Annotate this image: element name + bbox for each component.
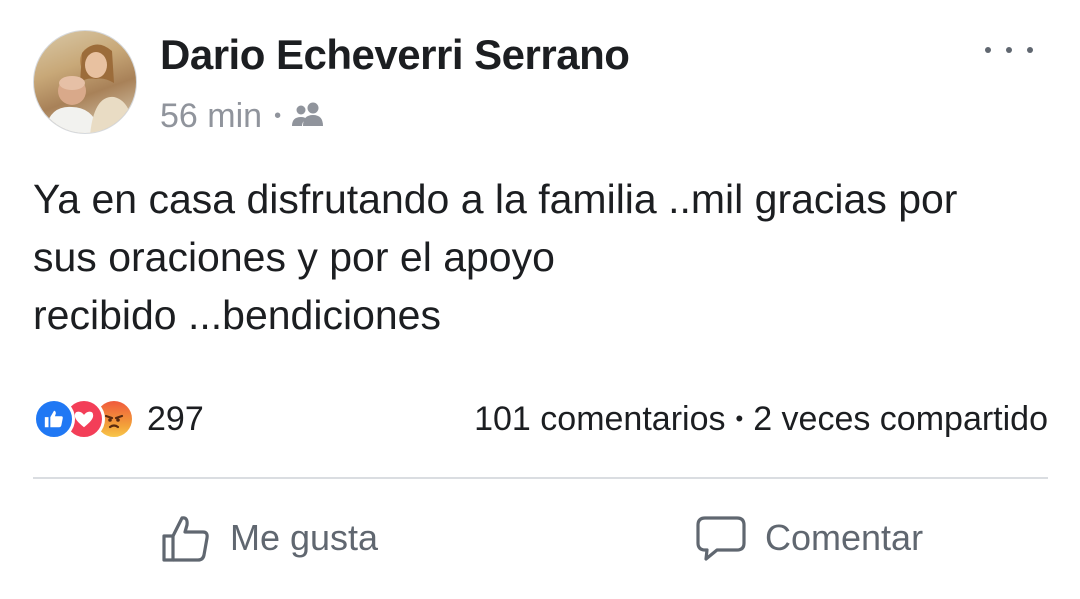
reaction-count[interactable]: 297	[147, 400, 204, 439]
thumbs-up-icon	[162, 515, 209, 562]
post-header: Dario Echeverri Serrano 56 min •	[0, 0, 1080, 150]
post-time[interactable]: 56 min	[160, 97, 262, 136]
like-button-label: Me gusta	[230, 516, 379, 558]
comment-button[interactable]: Comentar	[695, 500, 923, 575]
more-dot-icon	[1006, 47, 1012, 53]
comment-button-label: Comentar	[765, 516, 924, 558]
like-reaction-icon	[33, 398, 75, 440]
actions-divider	[33, 477, 1048, 479]
more-dot-icon	[1027, 47, 1033, 53]
post-stats: 297 101 comentarios • 2 veces compartido	[33, 395, 1048, 443]
friends-icon[interactable]	[291, 97, 325, 136]
more-options-button[interactable]	[985, 38, 1033, 62]
meta-separator: •	[274, 104, 282, 127]
post-actions: Me gusta Comentar	[0, 500, 1080, 575]
author-avatar[interactable]	[33, 30, 137, 134]
comments-count[interactable]: 101 comentarios	[474, 400, 725, 439]
shares-count[interactable]: 2 veces compartido	[753, 400, 1048, 439]
reactions-summary[interactable]: 297	[33, 395, 204, 443]
author-name[interactable]: Dario Echeverri Serrano	[160, 31, 630, 79]
post-text: Ya en casa disfrutando a la familia ..mi…	[33, 176, 958, 338]
comment-bubble-icon	[696, 515, 746, 561]
more-dot-icon	[985, 47, 991, 53]
counts-separator: •	[735, 406, 744, 431]
engagement-counts: 101 comentarios • 2 veces compartido	[474, 395, 1048, 443]
like-button[interactable]: Me gusta	[160, 500, 378, 575]
post-meta: 56 min •	[160, 96, 325, 136]
